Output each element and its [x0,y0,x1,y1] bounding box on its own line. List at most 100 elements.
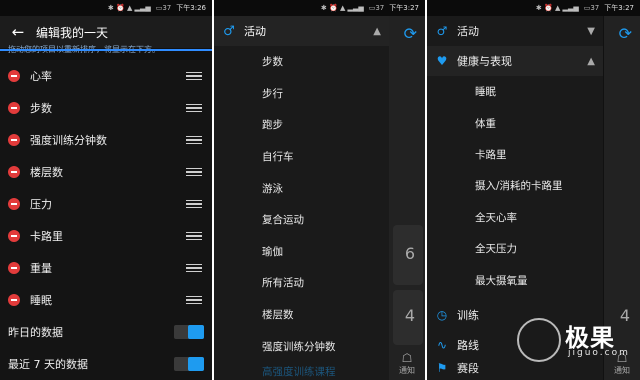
list-item[interactable]: 重量 [0,252,212,285]
battery-icon: ▭37 [583,4,600,12]
list-item[interactable]: 强度训练分钟数 [0,124,212,157]
drag-handle-icon[interactable] [186,167,202,177]
menu-item[interactable]: 全天压力 [427,233,603,264]
notifications-icon: ☖ [401,351,413,365]
notifications-button[interactable]: ☖ 通知 [399,351,415,376]
chevron-up-icon: ▲ [587,55,595,67]
header-accent-line [0,49,212,51]
menu-item[interactable]: 所有活动 [214,267,389,299]
remove-icon[interactable] [8,262,20,274]
toggle-row-last-7-days: 最近 7 天的数据 [0,348,212,380]
status-icons: ✱ ⏰ ▲ ▂▃▅ [107,4,151,12]
clock: 下午3:27 [604,4,634,12]
list-item[interactable]: 心率 [0,60,212,93]
section-activity[interactable]: ♂ 活动 ▼ [427,16,603,46]
activity-menu-screen: ✱ ⏰ ▲ ▂▃▅ ▭37 下午3:27 ⟳ 6 4 ☖ 通知 ♂ 活动 ▲ 步… [214,0,425,380]
notifications-label: 通知 [399,366,415,375]
last-7-days-toggle[interactable] [174,357,204,371]
menu-item[interactable]: 体重 [427,107,603,138]
drag-handle-icon[interactable] [186,199,202,209]
stopwatch-icon: ◷ [436,307,448,322]
remove-icon[interactable] [8,294,20,306]
refresh-icon[interactable]: ⟳ [404,24,417,43]
page-title: 编辑我的一天 [36,25,109,40]
section-label: 活动 [244,25,266,38]
section-label: 活动 [457,25,479,38]
menu-item[interactable]: 卡路里 [427,139,603,170]
list-item[interactable]: 卡路里 [0,220,212,253]
background-number: 4 [404,306,415,325]
back-arrow-icon[interactable]: ← [0,23,36,41]
remove-icon[interactable] [8,166,20,178]
remove-icon[interactable] [8,70,20,82]
section-label: 赛段 [457,361,479,375]
remove-icon[interactable] [8,230,20,242]
status-bar: ✱ ⏰ ▲ ▂▃▅ ▭37 下午3:27 [427,0,640,16]
drag-handle-icon[interactable] [186,71,202,81]
clock: 下午3:27 [389,4,419,12]
segment-icon: ⚑ [436,360,448,375]
chevron-down-icon: ▼ [587,25,595,37]
list-item[interactable]: 楼层数 [0,156,212,189]
heart-pulse-icon: ♥ [436,54,448,68]
item-label: 楼层数 [30,166,63,179]
menu-item[interactable]: 自行车 [214,141,389,173]
background-number: 6 [404,244,415,263]
running-person-icon: ♂ [223,23,235,39]
watermark-domain: jiguo.com [568,348,630,358]
toggle-knob [188,325,204,339]
clock: 下午3:26 [176,4,206,12]
remove-icon[interactable] [8,102,20,114]
item-label: 重量 [30,262,52,275]
menu-item[interactable]: 最大摄氧量 [427,264,603,295]
chevron-up-icon: ▲ [373,25,381,37]
item-label: 强度训练分钟数 [30,134,107,147]
edit-my-day-screen: ✱ ⏰ ▲ ▂▃▅ ▭37 下午3:26 ← 编辑我的一天 拖动您的项目以重新排… [0,0,212,380]
menu-item[interactable]: 步行 [214,78,389,110]
yesterday-toggle[interactable] [174,325,204,339]
remove-icon[interactable] [8,198,20,210]
drag-handle-icon[interactable] [186,263,202,273]
refresh-icon[interactable]: ⟳ [619,24,632,43]
battery-icon: ▭37 [368,4,385,12]
drag-handle-icon[interactable] [186,103,202,113]
running-person-icon: ♂ [436,24,448,38]
item-label: 心率 [30,70,52,83]
status-icons: ✱ ⏰ ▲ ▂▃▅ [535,4,579,12]
section-health[interactable]: ♥ 健康与表现 ▲ [427,46,603,76]
list-item[interactable]: 步数 [0,92,212,125]
item-label: 卡路里 [30,230,63,243]
menu-item[interactable]: 步数 [214,46,389,78]
menu-item-partial[interactable]: 高强度训练课程 [214,362,389,380]
drag-handle-icon[interactable] [186,231,202,241]
menu-item[interactable]: 楼层数 [214,299,389,331]
toggle-knob [188,357,204,371]
remove-icon[interactable] [8,134,20,146]
status-icons: ✱ ⏰ ▲ ▂▃▅ [320,4,364,12]
route-icon: ∿ [436,337,448,352]
menu-item[interactable]: 睡眠 [427,76,603,107]
item-label: 步数 [30,102,52,115]
menu-item[interactable]: 游泳 [214,172,389,204]
menu-item[interactable]: 强度训练分钟数 [214,330,389,362]
background-number: 4 [619,306,630,325]
section-activity[interactable]: ♂ 活动 ▲ [214,16,389,46]
toggle-label: 昨日的数据 [8,326,63,339]
menu-item[interactable]: 跑步 [214,109,389,141]
item-label: 压力 [30,198,52,211]
toggle-label: 最近 7 天的数据 [8,358,88,371]
list-item[interactable]: 压力 [0,188,212,221]
menu-item[interactable]: 复合运动 [214,204,389,236]
item-label: 睡眠 [30,294,52,307]
section-segments[interactable]: ⚑ 赛段 [427,360,603,376]
menu-item[interactable]: 全天心率 [427,202,603,233]
drag-handle-icon[interactable] [186,135,202,145]
battery-icon: ▭37 [155,4,172,12]
toggle-row-yesterday: 昨日的数据 [0,316,212,349]
list-item[interactable]: 睡眠 [0,284,212,317]
notifications-label: 通知 [614,366,630,375]
menu-item[interactable]: 摄入/消耗的卡路里 [427,170,603,201]
menu-item[interactable]: 瑜伽 [214,236,389,268]
status-bar: ✱ ⏰ ▲ ▂▃▅ ▭37 下午3:26 [0,0,212,16]
drag-handle-icon[interactable] [186,295,202,305]
